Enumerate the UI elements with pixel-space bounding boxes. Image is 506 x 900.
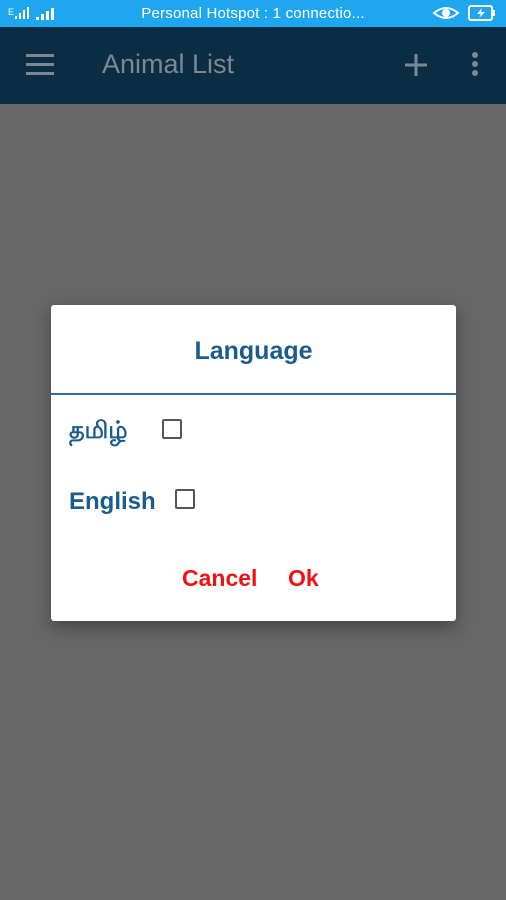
option-label-english: English [69, 488, 156, 515]
battery-charging-icon [468, 5, 496, 26]
ok-button[interactable]: Ok [288, 565, 319, 592]
option-label-tamil: தமிழ் [69, 417, 128, 444]
status-text: Personal Hotspot : 1 connectio... [141, 5, 365, 22]
overflow-menu-icon[interactable] [470, 51, 480, 79]
dialog-divider [51, 393, 456, 395]
language-dialog: Language தமிழ் English Cancel Ok [51, 305, 456, 621]
checkbox-english[interactable] [175, 489, 195, 509]
status-right-icons [432, 5, 496, 26]
checkbox-tamil[interactable] [162, 419, 182, 439]
eye-icon [432, 5, 460, 26]
cancel-button[interactable]: Cancel [182, 565, 257, 592]
status-bar: E Personal Hotspot : 1 connectio... [0, 0, 506, 27]
hamburger-menu-icon[interactable] [26, 52, 54, 76]
plus-icon[interactable] [404, 53, 428, 77]
page-title: Animal List [102, 49, 235, 79]
app-bar: Animal List [0, 27, 506, 104]
dialog-title: Language [194, 337, 313, 365]
